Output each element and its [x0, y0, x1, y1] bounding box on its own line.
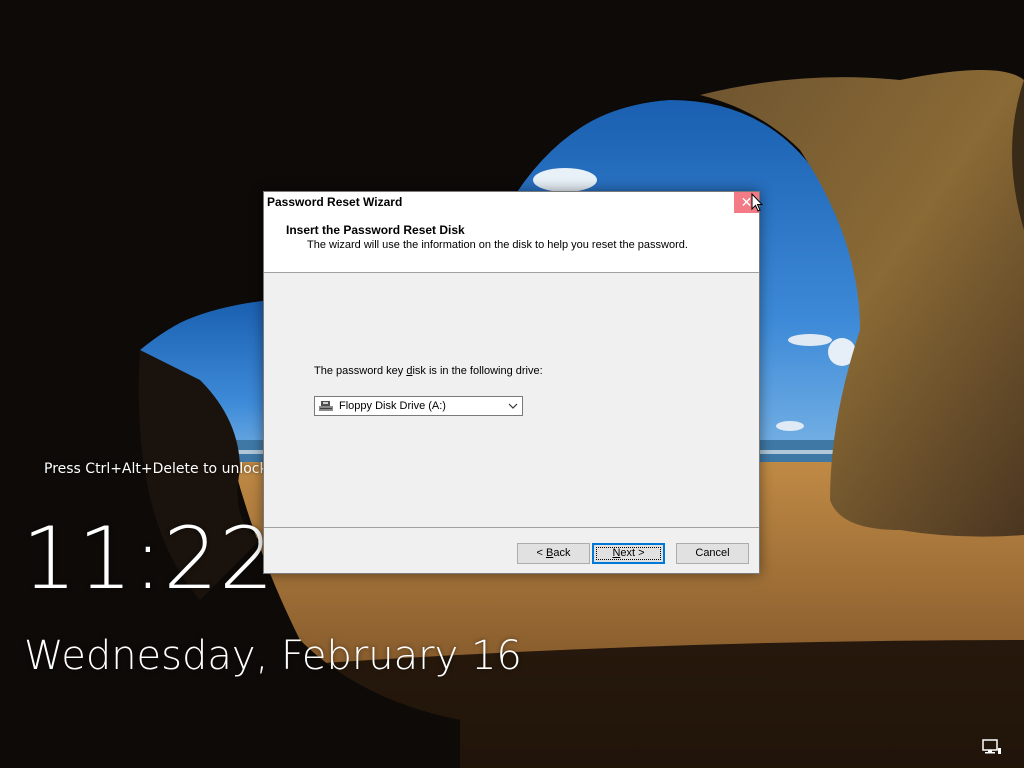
mouse-pointer-icon — [751, 193, 763, 212]
drive-dropdown-value: Floppy Disk Drive (A:) — [339, 400, 446, 412]
footer-divider — [264, 527, 759, 528]
next-button[interactable]: Next > — [592, 543, 665, 564]
drive-dropdown[interactable]: Floppy Disk Drive (A:) — [314, 396, 523, 416]
title-bar[interactable]: Password Reset Wizard ✕ — [264, 192, 759, 213]
dialog-title: Password Reset Wizard — [267, 195, 403, 209]
clock-date: Wednesday, February 16 — [24, 633, 522, 679]
unlock-hint-text: Press Ctrl+Alt+Delete to unlock. — [44, 461, 273, 477]
network-icon[interactable] — [982, 739, 1002, 755]
drive-label: The password key disk is in the followin… — [314, 365, 543, 377]
wizard-header-panel: Insert the Password Reset Disk The wizar… — [264, 213, 759, 273]
cancel-button[interactable]: Cancel — [676, 543, 749, 564]
wizard-step-description: The wizard will use the information on t… — [307, 239, 688, 251]
password-reset-wizard-dialog: Password Reset Wizard ✕ Insert the Passw… — [263, 191, 760, 574]
wizard-step-title: Insert the Password Reset Disk — [286, 223, 465, 237]
chevron-down-icon — [508, 403, 518, 409]
lock-screen: Press Ctrl+Alt+Delete to unlock. 11:22 W… — [0, 0, 1024, 768]
focus-ring — [596, 547, 661, 560]
floppy-drive-icon — [319, 401, 333, 411]
back-button[interactable]: < Back — [517, 543, 590, 564]
clock-time: 11:22 — [22, 509, 275, 609]
